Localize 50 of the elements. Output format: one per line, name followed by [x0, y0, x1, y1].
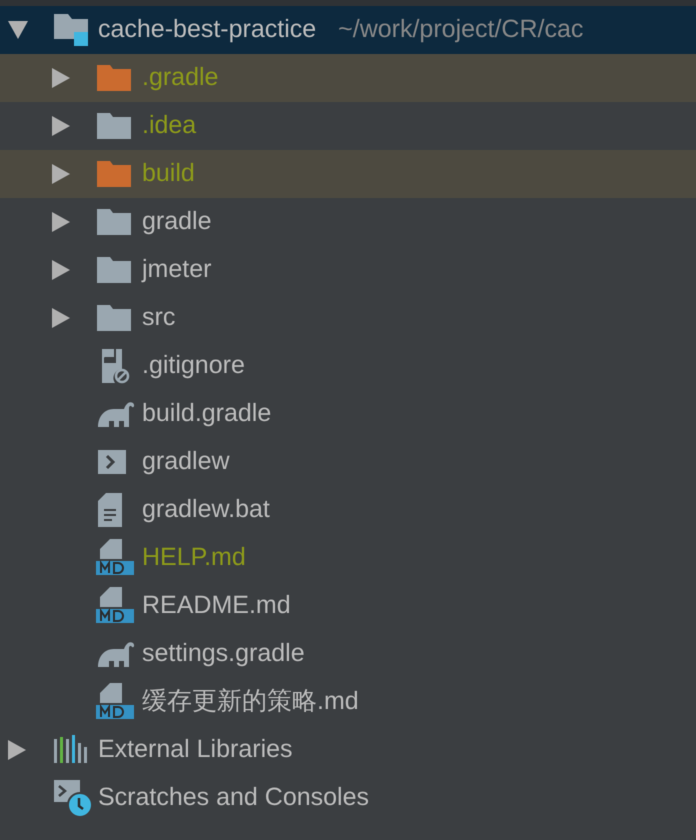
file-name: 缓存更新的策略.md	[142, 686, 359, 718]
tree-row[interactable]: 缓存更新的策略.md	[0, 678, 696, 726]
tree-row[interactable]: .idea	[0, 102, 696, 150]
tree-row[interactable]: gradle	[0, 198, 696, 246]
tree-row[interactable]: build	[0, 150, 696, 198]
expanded-arrow-icon[interactable]	[8, 21, 28, 39]
tree-row[interactable]: Scratches and Consoles	[0, 774, 696, 822]
file-name: .idea	[142, 110, 196, 142]
file-name: README.md	[142, 590, 291, 622]
file-name: jmeter	[142, 254, 212, 286]
collapsed-arrow-icon[interactable]	[52, 68, 70, 88]
tree-row[interactable]: build.gradle	[0, 390, 696, 438]
tree-row[interactable]: HELP.md	[0, 534, 696, 582]
file-name: gradlew.bat	[142, 494, 270, 526]
file-name: build.gradle	[142, 398, 272, 430]
collapsed-arrow-icon[interactable]	[52, 260, 70, 280]
tree-row[interactable]: settings.gradle	[0, 630, 696, 678]
file-name: External Libraries	[98, 734, 293, 766]
file-name: gradlew	[142, 446, 230, 478]
tree-row[interactable]: README.md	[0, 582, 696, 630]
file-name: .gitignore	[142, 350, 245, 382]
collapsed-arrow-icon[interactable]	[52, 212, 70, 232]
tree-row[interactable]: .gradle	[0, 54, 696, 102]
markdown-file-icon	[96, 587, 134, 625]
terminal-icon	[96, 448, 128, 476]
tree-row[interactable]: gradlew	[0, 438, 696, 486]
file-name: src	[142, 302, 176, 334]
project-path: ~/work/project/CR/cac	[338, 14, 584, 46]
tree-row[interactable]: .gitignore	[0, 342, 696, 390]
markdown-file-icon	[96, 539, 134, 577]
tree-row[interactable]: gradlew.bat	[0, 486, 696, 534]
file-name: cache-best-practice	[98, 14, 316, 46]
tree-row[interactable]: src	[0, 294, 696, 342]
collapsed-arrow-icon[interactable]	[52, 308, 70, 328]
file-name: .gradle	[142, 62, 218, 94]
file-name: gradle	[142, 206, 212, 238]
markdown-file-icon	[96, 683, 134, 721]
tree-row[interactable]: External Libraries	[0, 726, 696, 774]
collapsed-arrow-icon[interactable]	[52, 116, 70, 136]
text-file-icon	[96, 492, 124, 528]
file-name: Scratches and Consoles	[98, 782, 369, 814]
file-name: HELP.md	[142, 542, 246, 574]
file-name: settings.gradle	[142, 638, 305, 670]
collapsed-arrow-icon[interactable]	[52, 164, 70, 184]
file-name: build	[142, 158, 195, 190]
collapsed-arrow-icon[interactable]	[8, 740, 26, 760]
bar-columns-icon	[52, 735, 88, 765]
tree-row[interactable]: cache-best-practice ~/work/project/CR/cac	[0, 6, 696, 54]
console-clock-icon	[52, 778, 94, 818]
tree-row[interactable]: jmeter	[0, 246, 696, 294]
